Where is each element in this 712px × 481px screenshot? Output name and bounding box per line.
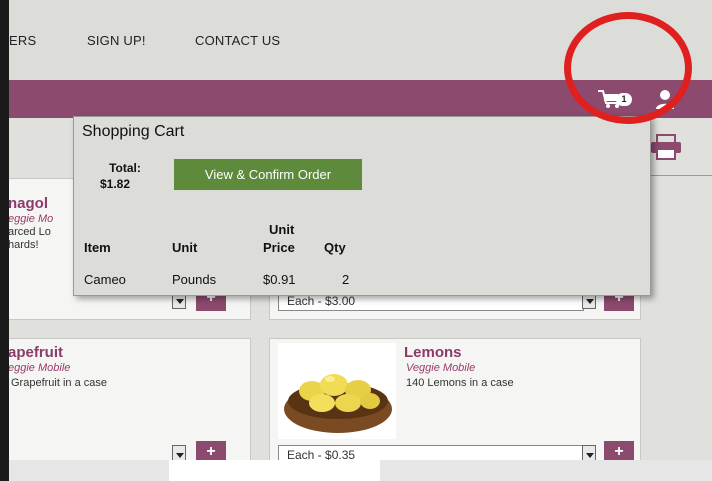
shopping-cart-popup: Shopping Cart Total: $1.82 View & Confir… [73,116,651,296]
cart-row-qty: 2 [342,272,350,287]
column-header-unit: Unit [172,240,198,255]
product-description: Grapefruit in a case [11,377,107,389]
product-card: Lemons Veggie Mobile 140 Lemons in a cas… [269,338,641,460]
column-header-price: Price [263,240,295,255]
column-header-qty: Qty [324,240,346,255]
total-value: $1.82 [99,177,131,191]
product-vendor[interactable]: Veggie Mobile [406,362,475,374]
divider [649,175,712,176]
nav-item-contact-us[interactable]: CONTACT US [195,33,280,48]
popup-title: Shopping Cart [82,123,185,140]
column-header-price-top: Unit [269,222,295,237]
nav-item-sign-up[interactable]: SIGN UP! [87,33,146,48]
background-shape-left [9,460,169,481]
product-title[interactable]: nagol [9,195,48,212]
total-label: Total: [109,161,141,175]
cart-row-unit: Pounds [172,272,217,287]
lemons-image[interactable] [278,343,396,439]
product-description-line2: hards! [9,239,39,251]
annotation-circle [564,12,692,124]
product-description: 140 Lemons in a case [406,377,514,389]
product-title[interactable]: apefruit [9,344,63,361]
nav-item-farmers[interactable]: ERS [9,33,36,48]
unit-select[interactable]: Each - $0.35 [278,445,584,460]
cart-row-item: Cameo [84,272,126,287]
print-icon[interactable] [649,134,683,160]
product-description: arced Lo [9,226,51,238]
background-shape-right [380,460,712,481]
add-to-cart-button[interactable]: + [604,441,634,460]
column-header-item: Item [84,240,111,255]
view-confirm-order-button[interactable]: View & Confirm Order [174,159,362,190]
unit-select-dropdown[interactable] [582,445,596,460]
unit-select-dropdown[interactable] [172,445,186,460]
cart-row-price: $0.91 [263,272,296,287]
add-to-cart-button[interactable]: + [196,441,226,460]
product-title[interactable]: Lemons [404,344,462,361]
window-left-edge [0,0,9,481]
product-card: apefruit eggie Mobile Grapefruit in a ca… [9,338,251,460]
product-vendor[interactable]: eggie Mo [9,213,53,225]
product-vendor[interactable]: eggie Mobile [9,362,70,374]
